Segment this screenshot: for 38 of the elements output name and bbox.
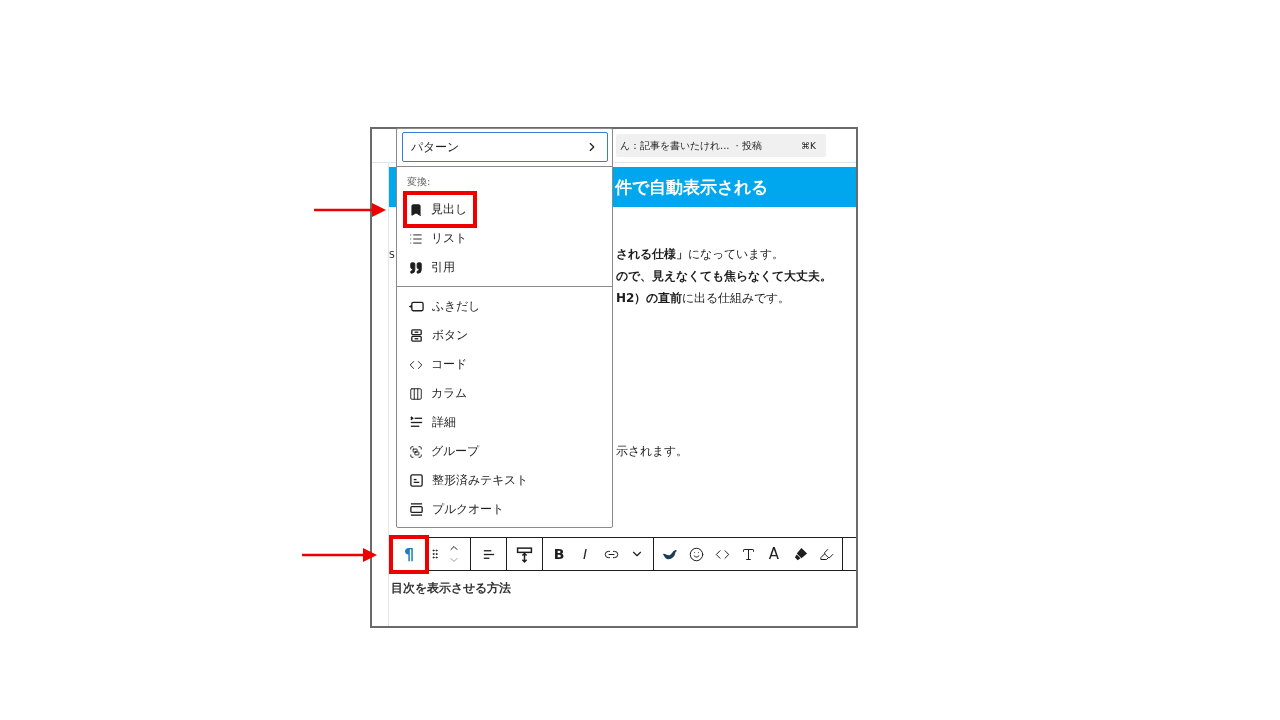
list-icon [409,231,423,246]
heading-text: 目次を表示させる方法 [390,580,512,597]
button-icon [409,328,424,343]
menu-item[interactable]: プルクオート [397,495,612,524]
text-fragment: S [389,250,395,260]
preformatted-icon [409,473,424,488]
italic-button[interactable]: I [572,538,598,570]
shortcut-label: ⌘K [801,140,816,151]
group-icon [409,444,423,459]
bookmark-icon [409,202,423,217]
document-title: ん：記事を書いたけれ... [620,138,730,153]
menu-item[interactable]: カラム [397,379,612,408]
text-color-button[interactable]: A [761,538,787,570]
menu-item[interactable]: グループ [397,437,612,466]
menu-item[interactable]: 引用 [397,253,612,282]
menu-item[interactable]: 整形済みテキスト [397,466,612,495]
ruler-icon [516,545,533,563]
menu-item[interactable]: ふきだし [397,292,612,321]
menu-item[interactable]: ボタン [397,321,612,350]
bold-button[interactable]: B [546,538,572,570]
menu-item[interactable]: 詳細 [397,408,612,437]
paragraph-line: 示されます。 [616,442,688,460]
section-label: 変換: [406,175,432,189]
pattern-button[interactable]: パターン [402,132,608,162]
paragraph-line: ので、見えなくても焦らなくて大丈夫。 [616,267,832,285]
pullquote-icon [409,502,424,517]
quote-icon [409,260,423,275]
paragraph-button[interactable]: ¶ [389,538,429,570]
paragraph-line: される仕様」になっています。 [616,245,784,263]
menu-item[interactable]: コード [397,350,612,379]
post-type-label: · 投稿 [735,138,762,153]
details-icon [409,415,424,430]
paragraph-line: H2）の直前に出る仕組みです。 [616,289,791,307]
pointer-arrow [314,203,386,217]
menu-item[interactable]: リスト [397,224,612,253]
speech-balloon-icon [409,299,424,314]
command-search-bar[interactable]: ん：記事を書いたけれ... · 投稿 ⌘K [616,134,826,157]
columns-icon [409,386,423,401]
